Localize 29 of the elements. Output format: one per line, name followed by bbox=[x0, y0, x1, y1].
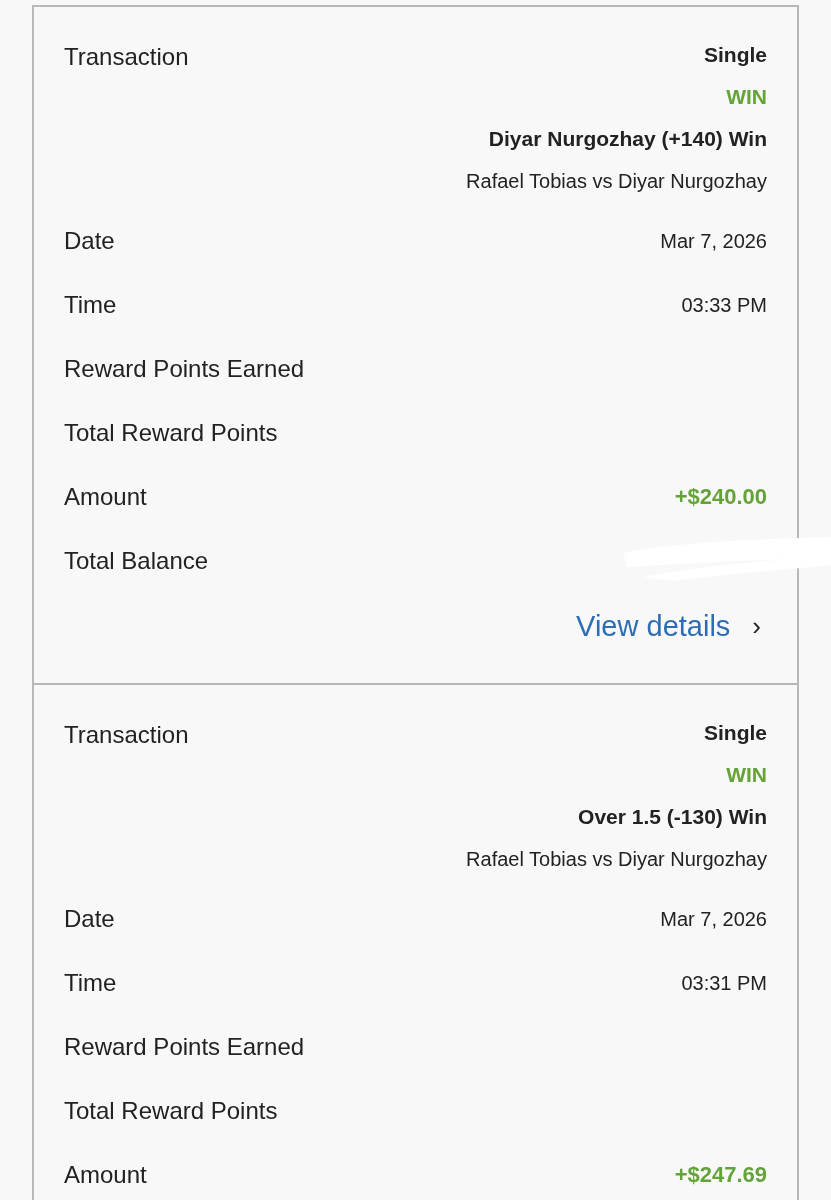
row-value: 03:31 PM bbox=[681, 971, 767, 995]
amount-value: +$247.69 bbox=[674, 1162, 767, 1188]
event-name: Rafael Tobias vs Diyar Nurgozhay bbox=[466, 169, 767, 194]
row-label: Total Balance bbox=[64, 547, 209, 575]
bet-type: Single bbox=[704, 720, 767, 746]
row-label: Reward Points Earned bbox=[64, 355, 305, 383]
result-status: WIN bbox=[726, 84, 767, 110]
event-name: Rafael Tobias vs Diyar Nurgozhay bbox=[466, 847, 767, 872]
row-label: Total Reward Points bbox=[64, 1097, 278, 1125]
row-label: Transaction bbox=[64, 720, 189, 750]
row-value: 03:33 PM bbox=[681, 293, 767, 317]
row-label: Transaction bbox=[64, 42, 189, 72]
bet-selection: Over 1.5 (-130) Win bbox=[578, 804, 767, 830]
view-details-link[interactable]: View details bbox=[576, 609, 731, 643]
chevron-icon: › bbox=[752, 610, 761, 642]
row-value: Mar 7, 2026 bbox=[660, 229, 767, 253]
row-label: Amount bbox=[64, 1161, 147, 1189]
row-value: Mar 7, 2026 bbox=[660, 907, 767, 931]
row-label: Time bbox=[64, 291, 117, 319]
amount-value: +$240.00 bbox=[674, 484, 767, 510]
bet-selection: Diyar Nurgozhay (+140) Win bbox=[488, 126, 767, 152]
row-label: Date bbox=[64, 905, 115, 933]
bet-type: Single bbox=[704, 42, 767, 68]
row-label: Reward Points Earned bbox=[64, 1033, 305, 1061]
row-label: Date bbox=[64, 227, 115, 255]
row-label: Time bbox=[64, 969, 117, 997]
row-label: Total Reward Points bbox=[64, 419, 278, 447]
row-label: Amount bbox=[64, 483, 147, 511]
result-status: WIN bbox=[726, 762, 767, 788]
